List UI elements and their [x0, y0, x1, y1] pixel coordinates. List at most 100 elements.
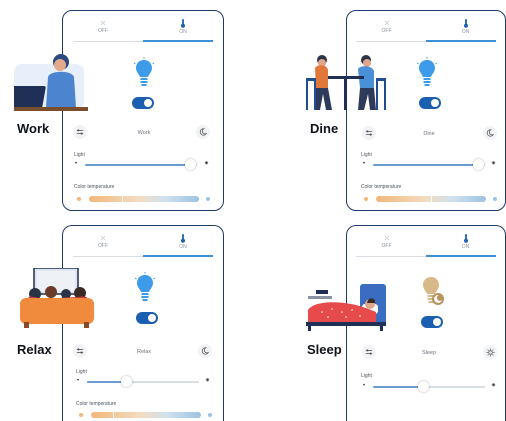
tab-on[interactable]: ON: [143, 234, 223, 250]
light-slider[interactable]: [373, 381, 485, 392]
power-toggle[interactable]: [419, 97, 441, 109]
light-slider-knob[interactable]: [121, 376, 132, 387]
tab-off-label: OFF: [381, 243, 392, 249]
bulb-icon: [417, 57, 437, 86]
light-slider-knob[interactable]: [185, 159, 196, 170]
thermometer-icon: [181, 234, 185, 243]
settings-button[interactable]: [73, 125, 87, 139]
settings-button[interactable]: [362, 126, 376, 140]
thermometer-icon: [181, 19, 185, 28]
tab-off[interactable]: OFF: [63, 19, 143, 34]
scene-label-dine: Dine: [310, 121, 339, 136]
color-temperature-marker[interactable]: [122, 195, 123, 203]
color-temperature-slider[interactable]: [376, 195, 486, 203]
tab-off[interactable]: OFF: [347, 19, 426, 34]
color-temperature-marker[interactable]: [431, 195, 432, 203]
night-mode-button[interactable]: [196, 125, 210, 139]
cool-dot: [208, 413, 212, 417]
sun-icon: [485, 347, 495, 357]
toggle-knob: [433, 318, 441, 326]
sliders-icon: [76, 348, 84, 354]
day-mode-button[interactable]: [483, 345, 497, 359]
dim-sun-icon: •: [363, 161, 366, 167]
scene-name: Sleep: [421, 350, 437, 356]
dim-sun-icon: •: [75, 161, 78, 167]
tab-on[interactable]: ON: [143, 19, 223, 35]
light-label: Light: [361, 152, 372, 158]
night-mode-button[interactable]: [198, 344, 212, 358]
settings-button[interactable]: [73, 344, 87, 358]
fan-icon: [101, 21, 105, 25]
tab-active-indicator: [143, 40, 214, 42]
color-temperature-slider[interactable]: [89, 195, 199, 203]
bulb-icon: [134, 57, 154, 86]
color-temperature-label: Color temperature: [74, 184, 115, 190]
fan-icon: [384, 21, 389, 25]
bright-sun-icon: ✷: [491, 161, 497, 167]
tab-off[interactable]: OFF: [347, 234, 426, 249]
light-slider-knob[interactable]: [473, 159, 484, 170]
tab-active-indicator: [143, 255, 214, 257]
sliders-icon: [76, 129, 84, 135]
bright-sun-icon: ✷: [205, 378, 211, 384]
warm-dot: [364, 197, 368, 201]
tab-on[interactable]: ON: [426, 234, 505, 250]
tab-on-label: ON: [461, 29, 470, 35]
light-slider-knob[interactable]: [418, 381, 429, 392]
scene-name: Dine: [423, 131, 435, 137]
scene-name: Work: [137, 130, 151, 136]
thermometer-icon: [463, 19, 468, 28]
light-label: Light: [74, 152, 85, 158]
tab-on-label: ON: [461, 244, 470, 250]
light-slider-fill: [373, 164, 477, 166]
sliders-icon: [365, 130, 373, 136]
night-mode-button[interactable]: [483, 126, 497, 140]
tab-off-label: OFF: [98, 28, 108, 34]
relax-illustration: [20, 268, 94, 328]
tab-on-label: ON: [179, 29, 187, 35]
thermometer-icon: [463, 234, 468, 243]
moon-icon: [486, 129, 494, 137]
dim-sun-icon: •: [363, 383, 366, 389]
cool-dot: [206, 197, 210, 201]
light-slider[interactable]: [373, 159, 485, 170]
tab-active-indicator: [426, 255, 496, 257]
light-slider-fill: [373, 386, 424, 388]
settings-button[interactable]: [362, 345, 376, 359]
tab-divider: [356, 41, 426, 42]
tab-divider: [72, 41, 143, 42]
color-temperature-label: Color temperature: [76, 401, 117, 407]
tab-off-label: OFF: [98, 243, 108, 249]
light-label: Light: [76, 369, 87, 375]
toggle-knob: [148, 314, 156, 322]
scene-label-sleep: Sleep: [307, 342, 342, 357]
color-temperature-slider[interactable]: [91, 411, 201, 419]
dine-illustration: [306, 55, 386, 110]
color-temperature-marker[interactable]: [113, 411, 114, 419]
power-toggle[interactable]: [132, 97, 154, 109]
tab-divider: [356, 256, 426, 257]
light-label: Light: [361, 373, 372, 379]
bright-sun-icon: ✷: [204, 161, 210, 167]
warm-dot: [79, 413, 83, 417]
light-slider-fill: [85, 164, 189, 166]
light-slider[interactable]: [85, 159, 197, 170]
bulb-icon: [135, 272, 155, 301]
toggle-knob: [144, 99, 152, 107]
moon-icon: [201, 347, 209, 355]
sleep-illustration: [306, 284, 386, 331]
power-toggle[interactable]: [136, 312, 158, 324]
cool-dot: [493, 197, 497, 201]
tab-off[interactable]: OFF: [63, 234, 143, 249]
light-slider[interactable]: [87, 376, 199, 387]
scene-name: Relax: [136, 349, 152, 355]
tab-on[interactable]: ON: [426, 19, 505, 35]
sliders-icon: [365, 349, 373, 355]
color-temperature-label: Color temperature: [361, 184, 402, 190]
tab-on-label: ON: [179, 244, 187, 250]
power-toggle[interactable]: [421, 316, 443, 328]
fan-icon: [101, 236, 105, 240]
work-illustration: [14, 54, 88, 111]
tab-active-indicator: [426, 40, 496, 42]
moon-badge-icon: [432, 293, 444, 305]
